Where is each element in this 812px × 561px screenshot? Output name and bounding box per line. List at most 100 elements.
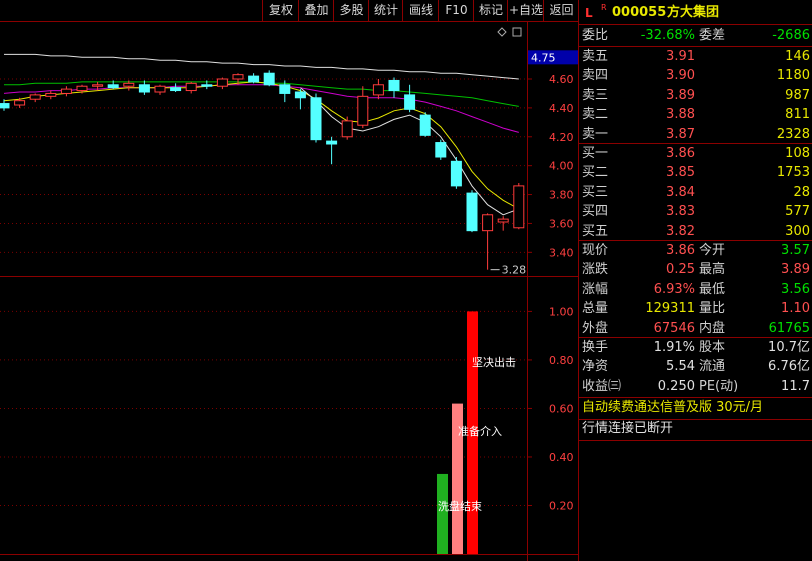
indicator-label-decisive: 坚决出击 (472, 355, 516, 369)
candle-body (201, 84, 213, 87)
fund-value-2: 11.7 (781, 378, 810, 394)
candle-body (482, 214, 494, 232)
connection-status: 行情连接已断开 (582, 421, 674, 436)
ask-volume: 987 (785, 87, 810, 103)
candle-body (419, 114, 431, 136)
bid-label: 买三 (582, 184, 609, 200)
moving-average-lines (3, 53, 520, 216)
toolbar-button-5[interactable]: F10 (438, 0, 474, 21)
toolbar-button-7[interactable]: +自选 (507, 0, 544, 21)
price-tick-label: 3.60 (549, 217, 574, 230)
window-icon (512, 27, 522, 37)
indicator-tick-label: 0.40 (549, 451, 574, 464)
price-tick-label: 3.80 (549, 189, 574, 202)
fund-label-2: 流通 (699, 359, 726, 375)
candle-body (263, 72, 275, 86)
toolbar-button-8[interactable]: 返回 (543, 0, 579, 21)
stat-label: 现价 (582, 243, 609, 258)
ask-level-row[interactable]: 卖三 3.89 987 (579, 87, 812, 105)
promo-text[interactable]: 自动续费通达信普及版 30元/月 (582, 398, 763, 418)
indicator-bars: 坚决出击准备介入洗盘结束 (437, 311, 516, 554)
ask-label: 卖四 (582, 68, 609, 84)
candle-body (435, 142, 447, 158)
bid-volume: 300 (785, 223, 810, 239)
ask-label: 卖五 (582, 49, 609, 64)
r-marker[interactable]: R (601, 0, 607, 18)
ask-label: 卖一 (582, 126, 609, 142)
candle-body (76, 85, 88, 92)
bid-label: 买二 (582, 165, 609, 181)
fund-label: 净资 (582, 359, 609, 375)
stat-value: 0.25 (666, 262, 695, 278)
toolbar-button-0[interactable]: 复权 (262, 0, 299, 21)
diamond-icon (497, 27, 507, 37)
stat-value-2: 3.56 (781, 281, 810, 297)
stock-name: 方大集团 (667, 5, 720, 20)
indicator-tick-label: 0.80 (549, 354, 574, 367)
stat-row: 涨幅 6.93% 最低 3.56 (579, 281, 812, 299)
candle-body (326, 140, 338, 145)
price-tick-label: 4.20 (549, 131, 574, 144)
bid-level-row[interactable]: 买二 3.85 1753 (579, 164, 812, 182)
stat-value: 6.93% (653, 281, 695, 297)
stat-label-2: 量比 (699, 301, 726, 317)
ratio-value: -32.68% (640, 28, 695, 43)
quote-panel: L R 000055 方大集团 委比 -32.68% 委差 -2686 卖五 3.… (578, 0, 812, 561)
order-ratio-row: 委比 -32.68% 委差 -2686 (579, 27, 812, 45)
stat-row: 涨跌 0.25 最高 3.89 (579, 261, 812, 279)
candle-body (170, 87, 182, 92)
toolbar-button-4[interactable]: 画线 (402, 0, 439, 21)
indicator-tick-label: 1.00 (549, 305, 574, 318)
ask-price: 3.87 (666, 126, 695, 142)
candle-body (372, 84, 384, 96)
ask-price: 3.90 (666, 68, 695, 84)
indicator-tick-label: 0.60 (549, 402, 574, 415)
fund-label-2: 股本 (699, 340, 726, 355)
fund-label-2: PE(动) (699, 378, 739, 394)
bid-level-row[interactable]: 买四 3.83 577 (579, 203, 812, 221)
candlestick-series: 3.28 (0, 70, 526, 277)
toolbar-button-1[interactable]: 叠加 (298, 0, 334, 21)
price-axis: 4.60 4.40 4.20 4.00 3.80 3.60 3.40 4.75 (497, 27, 578, 259)
candle-body (92, 84, 104, 87)
bid-level-row[interactable]: 买三 3.84 28 (579, 184, 812, 202)
low-marker-label: 3.28 (502, 264, 526, 277)
candle-body (154, 85, 166, 93)
bid-price: 3.84 (666, 184, 695, 200)
bid-label: 买一 (582, 146, 609, 161)
toolbar-button-2[interactable]: 多股 (333, 0, 369, 21)
stat-value-2: 3.57 (781, 243, 810, 258)
bid-label: 买五 (582, 223, 609, 239)
bid-level-row[interactable]: 买五 3.82 300 (579, 223, 812, 241)
bid-price: 3.82 (666, 223, 695, 239)
price-tick-label: 4.00 (549, 160, 574, 173)
toolbar-button-6[interactable]: 标记 (473, 0, 508, 21)
candle-body (357, 95, 369, 126)
ask-level-row[interactable]: 卖一 3.87 2328 (579, 126, 812, 144)
ask-label: 卖三 (582, 87, 609, 103)
stat-label: 涨跌 (582, 262, 609, 278)
ask-volume: 2328 (776, 126, 810, 142)
stat-value-2: 61765 (768, 320, 810, 336)
fund-value: 5.54 (666, 359, 695, 375)
fundamental-row: 换手 1.91% 股本 10.7亿 (579, 339, 812, 357)
ask-level-row[interactable]: 卖五 3.91 146 (579, 48, 812, 66)
ask-level-row[interactable]: 卖四 3.90 1180 (579, 67, 812, 85)
bid-price: 3.83 (666, 204, 695, 220)
bid-level-row[interactable]: 买一 3.86 108 (579, 145, 812, 163)
candle-body (185, 82, 197, 92)
ask-price: 3.91 (666, 49, 695, 64)
indicator-tick-label: 0.20 (549, 499, 574, 512)
toolbar-button-3[interactable]: 统计 (368, 0, 403, 21)
stat-label-2: 今开 (699, 243, 726, 258)
ask-level-row[interactable]: 卖二 3.88 811 (579, 106, 812, 124)
fundamental-row: 净资 5.54 流通 6.76亿 (579, 358, 812, 376)
candle-body (310, 97, 322, 141)
bid-label: 买四 (582, 204, 609, 220)
l-marker[interactable]: L (585, 3, 593, 23)
stat-label: 外盘 (582, 320, 609, 336)
price-tick-label: 4.40 (549, 102, 574, 115)
ratio-label: 委比 (582, 28, 609, 43)
ask-volume: 146 (785, 49, 810, 64)
ask-price: 3.88 (666, 107, 695, 123)
